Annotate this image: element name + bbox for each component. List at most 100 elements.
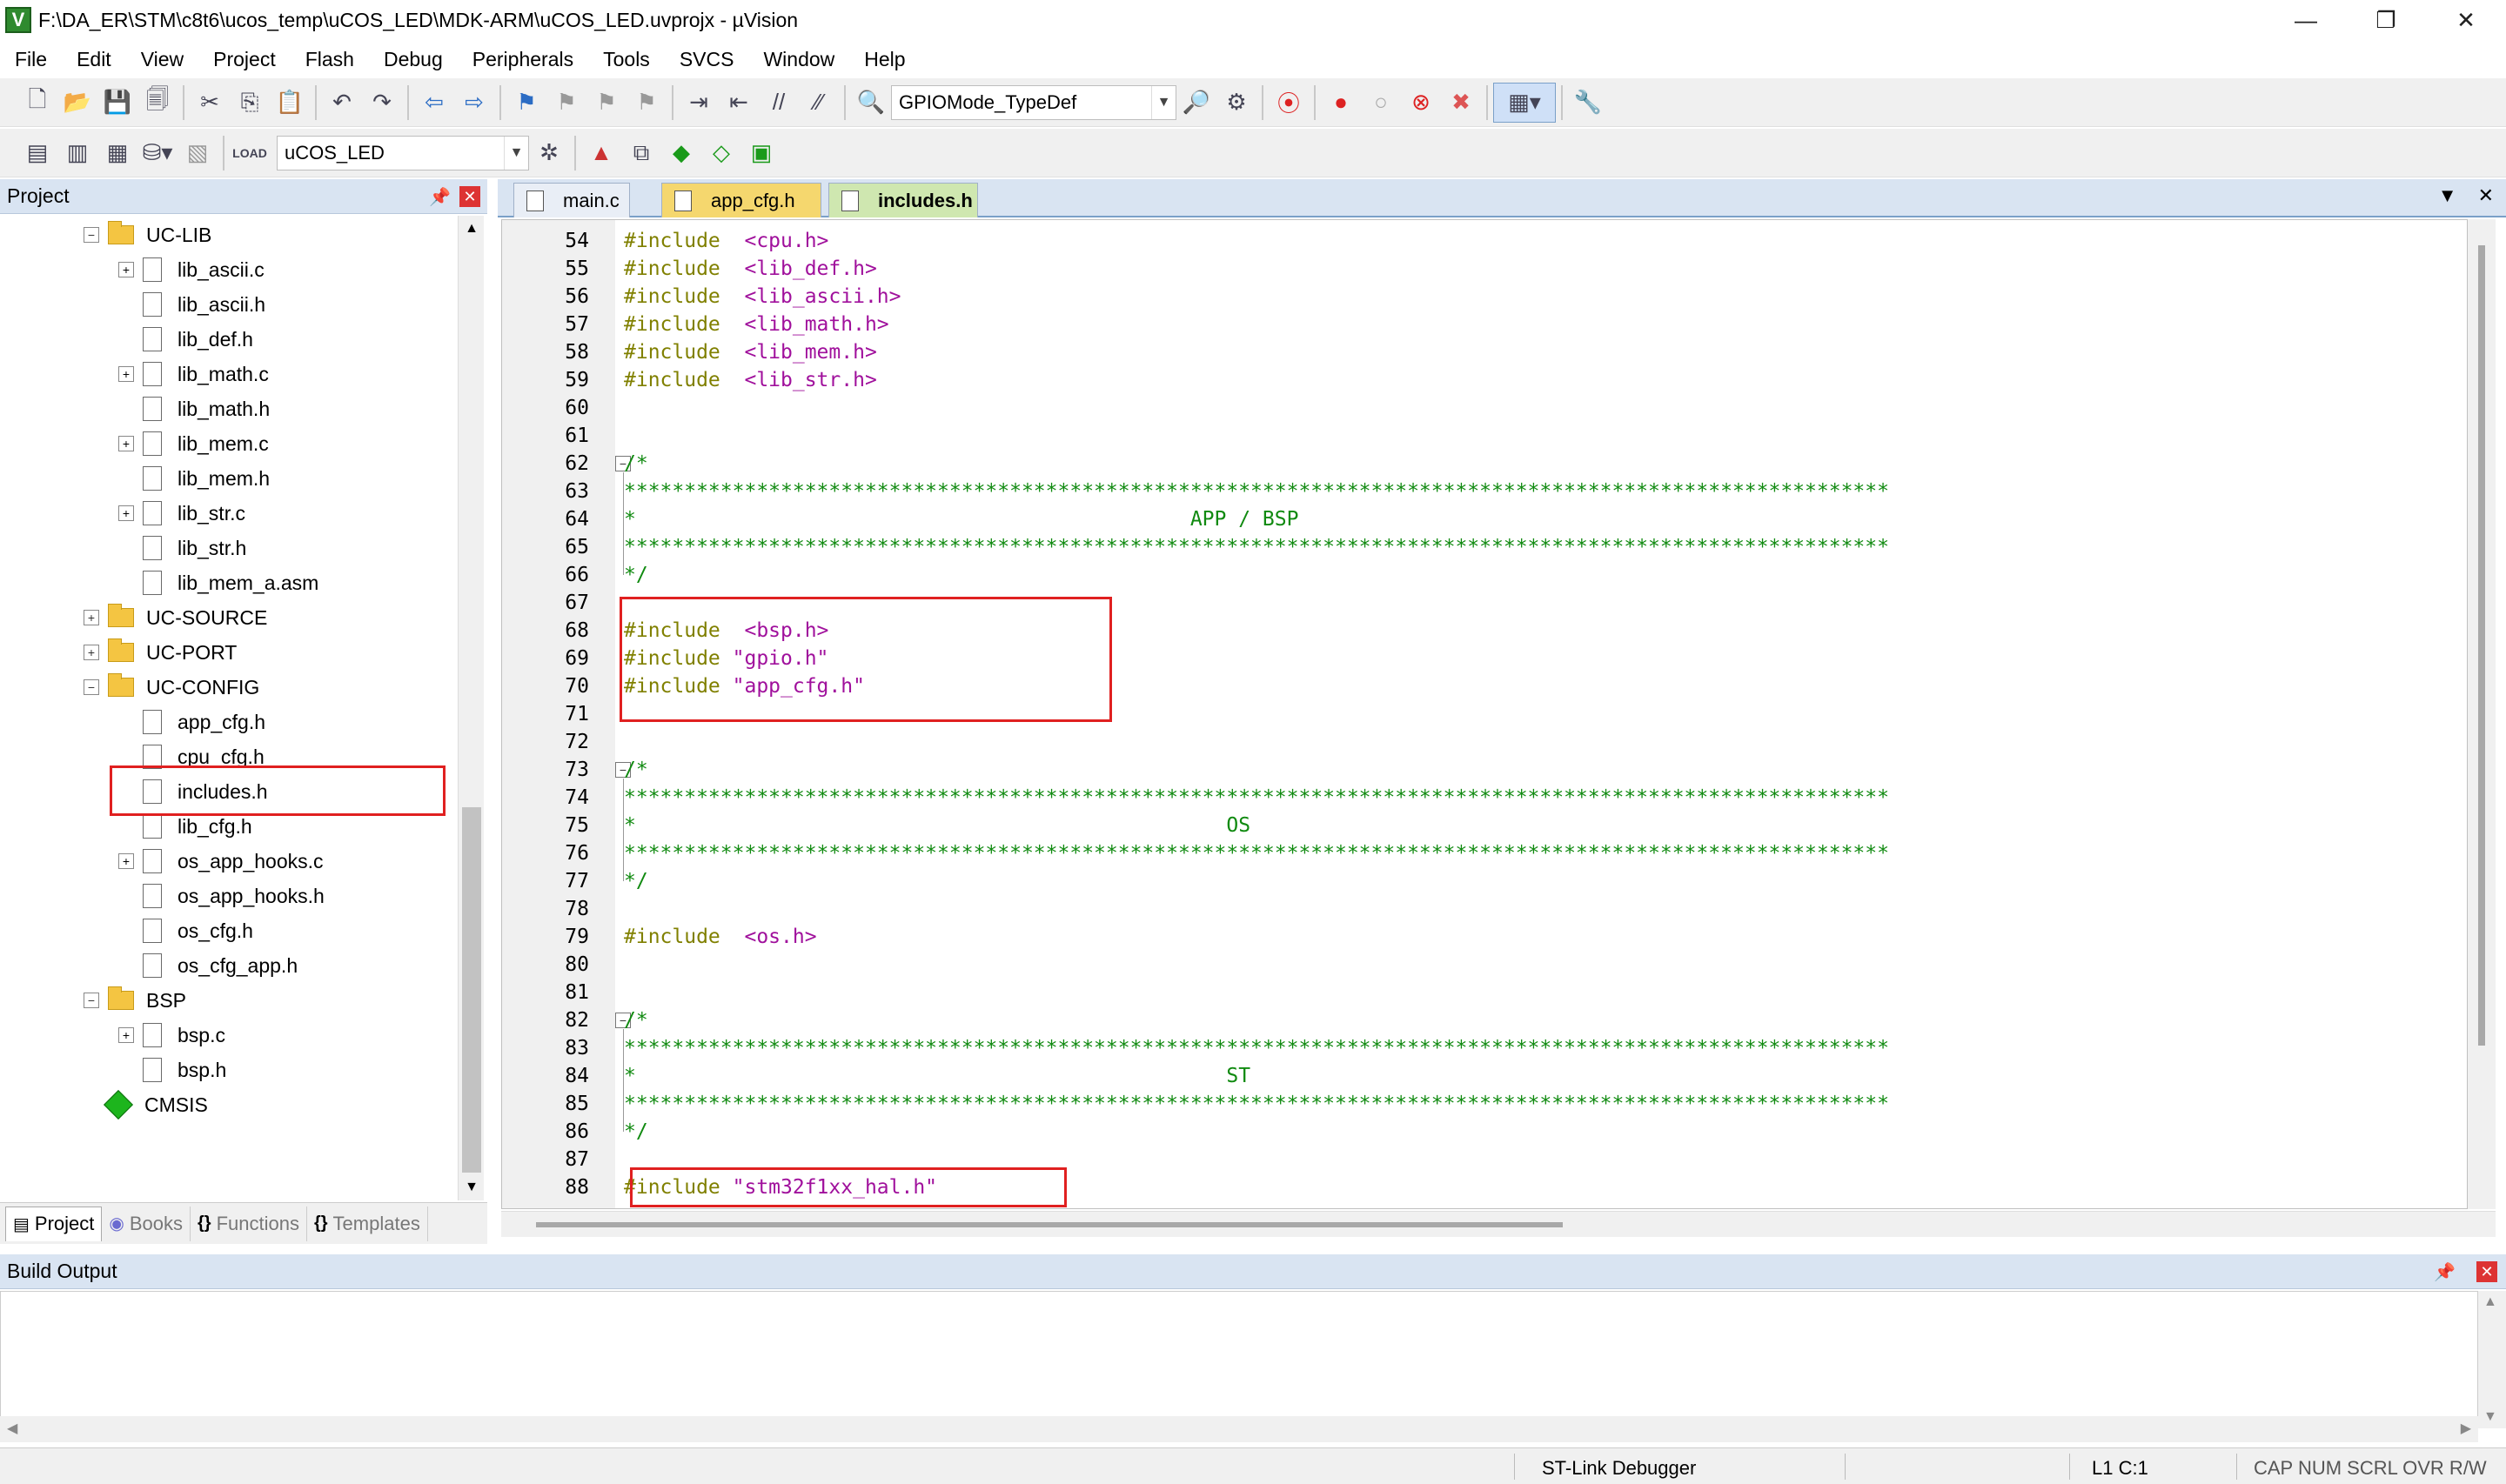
build-output-vertical-scrollbar[interactable]: ▲ ▼ — [2478, 1291, 2506, 1428]
code-line[interactable]: ****************************************… — [624, 839, 2467, 867]
build-output-area[interactable] — [0, 1291, 2478, 1428]
expand-icon[interactable]: + — [118, 366, 134, 382]
tree-item-uc-config[interactable]: − UC-CONFIG — [84, 670, 259, 705]
editor-horizontal-scrollbar[interactable] — [501, 1211, 2496, 1237]
tree-item-lib-mem-h[interactable]: lib_mem.h — [118, 461, 270, 496]
paste-icon[interactable]: 📋 — [270, 83, 310, 123]
menu-svcs[interactable]: SVCS — [665, 48, 749, 71]
code-line[interactable]: * ST — [624, 1062, 2467, 1090]
tab-templates[interactable]: {} Templates — [307, 1206, 428, 1241]
insert-breakpoint-icon[interactable]: ● — [1321, 83, 1361, 123]
close-icon[interactable]: ✕ — [2476, 1261, 2497, 1282]
scroll-down-icon[interactable]: ▼ — [460, 1176, 483, 1199]
tree-item-bsp[interactable]: − BSP — [84, 983, 186, 1018]
manage-components-icon[interactable]: ⧉ — [621, 133, 661, 173]
code-line[interactable] — [624, 728, 2467, 756]
tab-main-c[interactable]: main.c — [513, 183, 630, 217]
tree-item-os-cfg-h[interactable]: os_cfg.h — [118, 913, 253, 948]
rebuild-icon[interactable]: ▦ — [97, 133, 137, 173]
menu-file[interactable]: File — [0, 48, 62, 71]
code-line[interactable]: #include <os.h> — [624, 923, 2467, 951]
scroll-down-icon[interactable]: ▼ — [2483, 1409, 2497, 1425]
tab-functions[interactable]: {} Functions — [191, 1206, 307, 1241]
code-line[interactable]: ****************************************… — [624, 784, 2467, 812]
prev-bookmark-icon[interactable]: ⚑ — [546, 83, 586, 123]
scroll-up-icon[interactable]: ▲ — [2483, 1294, 2497, 1310]
code-line[interactable]: /* — [624, 450, 2467, 478]
scroll-right-icon[interactable]: ▶ — [2461, 1420, 2471, 1437]
minimize-button[interactable]: — — [2266, 0, 2346, 40]
next-bookmark-icon[interactable]: ⚑ — [586, 83, 626, 123]
project-tree-scrollbar[interactable]: ▲ ▼ — [458, 216, 484, 1200]
pin-icon[interactable]: 📌 — [429, 186, 451, 208]
code-line[interactable]: */ — [624, 561, 2467, 589]
code-line[interactable] — [624, 394, 2467, 422]
menu-peripherals[interactable]: Peripherals — [458, 48, 588, 71]
configure-icon[interactable]: 🔧 — [1568, 83, 1608, 123]
tree-item-lib-str-c[interactable]: + lib_str.c — [118, 496, 245, 531]
translate-icon[interactable]: ▤ — [17, 133, 57, 173]
navigate-back-icon[interactable]: ⇦ — [414, 83, 454, 123]
close-icon[interactable]: ✕ — [459, 186, 480, 207]
scroll-left-icon[interactable]: ◀ — [7, 1420, 17, 1437]
code-line[interactable]: #include <lib_str.h> — [624, 366, 2467, 394]
kill-all-breakpoints-icon[interactable]: ✖ — [1441, 83, 1481, 123]
run-time-environment-icon[interactable]: ◆ — [661, 133, 701, 173]
find-combo[interactable]: GPIOMode_TypeDef ▼ — [891, 84, 1176, 120]
tree-item-lib-ascii-c[interactable]: + lib_ascii.c — [118, 252, 265, 287]
expand-icon[interactable]: + — [118, 1027, 134, 1043]
enable-breakpoint-icon[interactable]: ○ — [1361, 83, 1401, 123]
options-for-target-icon[interactable]: ✲ — [529, 133, 569, 173]
code-line[interactable]: #include <lib_mem.h> — [624, 338, 2467, 366]
code-line[interactable]: #include <lib_ascii.h> — [624, 283, 2467, 311]
expand-icon[interactable]: + — [118, 436, 134, 451]
editor-vertical-scrollbar[interactable] — [2468, 219, 2496, 1209]
comment-icon[interactable]: // — [759, 83, 799, 123]
target-combo[interactable]: uCOS_LED ▼ — [277, 135, 529, 170]
code-line[interactable] — [624, 422, 2467, 450]
clear-bookmarks-icon[interactable]: ⚑ — [626, 83, 667, 123]
expand-icon[interactable]: + — [84, 610, 99, 625]
code-line[interactable]: */ — [624, 1118, 2467, 1146]
tab-list-dropdown-icon[interactable]: ▼ — [2438, 184, 2457, 207]
tree-item-uc-lib[interactable]: − UC-LIB — [84, 217, 211, 252]
scrollbar-thumb[interactable] — [536, 1222, 1563, 1227]
tree-item-os-app-hooks-c[interactable]: + os_app_hooks.c — [118, 844, 324, 879]
code-line[interactable]: #include <lib_math.h> — [624, 311, 2467, 338]
code-line[interactable] — [624, 979, 2467, 1006]
file-extensions-icon[interactable]: ▲ — [581, 133, 621, 173]
expand-icon[interactable]: + — [118, 853, 134, 869]
menu-project[interactable]: Project — [198, 48, 291, 71]
open-file-icon[interactable]: 📂 — [57, 83, 97, 123]
tree-item-bsp-c[interactable]: + bsp.c — [118, 1018, 225, 1053]
tab-includes-h[interactable]: includes.h — [828, 183, 978, 217]
code-line[interactable]: * OS — [624, 812, 2467, 839]
batch-build-icon[interactable]: ⛁▾ — [137, 133, 178, 173]
save-all-icon[interactable]: 🗐 — [137, 83, 178, 123]
tree-item-os-cfg-app-h[interactable]: os_cfg_app.h — [118, 948, 298, 983]
code-line[interactable]: #include <cpu.h> — [624, 227, 2467, 255]
menu-tools[interactable]: Tools — [588, 48, 665, 71]
expand-icon[interactable]: + — [118, 262, 134, 277]
tree-item-lib-def-h[interactable]: lib_def.h — [118, 322, 253, 357]
source-browser-icon[interactable]: ⚙ — [1216, 83, 1256, 123]
menu-help[interactable]: Help — [849, 48, 920, 71]
expand-icon[interactable]: + — [118, 505, 134, 521]
stop-build-icon[interactable]: ▧ — [178, 133, 218, 173]
code-line[interactable]: ****************************************… — [624, 1090, 2467, 1118]
copy-icon[interactable]: ⎘ — [230, 83, 270, 123]
code-line[interactable]: ****************************************… — [624, 1034, 2467, 1062]
bookmark-icon[interactable]: ⚑ — [506, 83, 546, 123]
code-line[interactable]: * APP / BSP — [624, 505, 2467, 533]
tab-project[interactable]: ▤ Project — [5, 1206, 103, 1241]
tab-app-cfg-h[interactable]: app_cfg.h — [661, 183, 821, 217]
navigate-forward-icon[interactable]: ⇨ — [454, 83, 494, 123]
tree-item-lib-ascii-h[interactable]: lib_ascii.h — [118, 287, 265, 322]
start-debug-icon[interactable]: ⦿ — [1269, 83, 1309, 123]
close-tab-icon[interactable]: ✕ — [2478, 184, 2494, 207]
tab-books[interactable]: ◉ Books — [102, 1206, 191, 1241]
disable-all-breakpoints-icon[interactable]: ⊗ — [1401, 83, 1441, 123]
tree-item-uc-source[interactable]: + UC-SOURCE — [84, 600, 267, 635]
tree-item-cmsis[interactable]: CMSIS — [84, 1087, 208, 1122]
unindent-icon[interactable]: ⇤ — [719, 83, 759, 123]
